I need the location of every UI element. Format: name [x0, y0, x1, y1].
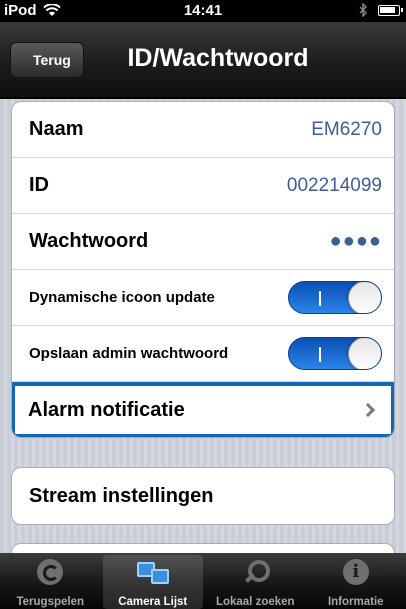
info-icon: i: [342, 559, 369, 585]
id-value: 002214099: [286, 174, 382, 196]
save-admin-toggle[interactable]: [288, 337, 382, 370]
tab-camera-list[interactable]: Camera Lijst: [102, 555, 203, 609]
tab-replay[interactable]: Terugspelen: [0, 553, 101, 609]
nav-bar: Terug ID/Wachtwoord: [0, 22, 406, 98]
stream-settings-row[interactable]: Stream instellingen: [12, 468, 394, 524]
status-bar: iPod 14:41: [0, 0, 406, 22]
tab-information[interactable]: i Informatie: [306, 553, 406, 609]
stream-label: Stream instellingen: [29, 484, 214, 507]
toggle-knob: [348, 282, 381, 313]
next-group: [11, 543, 395, 553]
toggle-on-mark: [319, 291, 321, 306]
save-admin-row: Opslaan admin wachtwoord: [12, 326, 394, 382]
battery-icon: [378, 4, 403, 16]
settings-group: Naam EM6270 ID 002214099 Wachtwoord ●●●●…: [11, 101, 395, 438]
stream-group: Stream instellingen: [11, 467, 395, 525]
name-value: EM6270: [311, 118, 382, 140]
id-label: ID: [29, 174, 49, 196]
password-row[interactable]: Wachtwoord ●●●●: [12, 214, 394, 270]
chevron-right-icon: [360, 402, 376, 418]
dynamic-icon-toggle[interactable]: [288, 281, 382, 314]
clock: 14:41: [183, 2, 223, 19]
password-label: Wachtwoord: [29, 230, 149, 252]
dynamic-icon-row: Dynamische icoon update: [12, 270, 394, 326]
alarm-notification-row[interactable]: Alarm notificatie: [12, 382, 394, 437]
dynamic-icon-label: Dynamische icoon update: [29, 289, 215, 306]
tab-local-search[interactable]: Lokaal zoeken: [205, 553, 306, 609]
password-value: ●●●●: [329, 230, 382, 252]
toggle-on-mark: [319, 347, 321, 362]
save-admin-label: Opslaan admin wachtwoord: [29, 345, 229, 362]
name-row[interactable]: Naam EM6270: [12, 102, 394, 158]
bluetooth-icon: [359, 3, 367, 17]
alarm-label: Alarm notificatie: [28, 398, 185, 421]
page-title: ID/Wachtwoord: [127, 44, 309, 72]
tab-label: Camera Lijst: [118, 596, 188, 608]
camera-list-icon: [135, 560, 171, 588]
name-label: Naam: [29, 118, 84, 140]
settings-content[interactable]: Naam EM6270 ID 002214099 Wachtwoord ●●●●…: [0, 99, 406, 553]
tab-label: Informatie: [327, 596, 384, 608]
search-icon: [242, 559, 271, 585]
replay-icon: [37, 559, 64, 585]
tab-bar: Terugspelen Camera Lijst Lokaal zoeken i…: [0, 553, 406, 609]
id-row[interactable]: ID 002214099: [12, 158, 394, 214]
tab-label: Lokaal zoeken: [215, 596, 295, 608]
tab-label: Terugspelen: [16, 596, 85, 608]
toggle-knob: [348, 338, 381, 369]
